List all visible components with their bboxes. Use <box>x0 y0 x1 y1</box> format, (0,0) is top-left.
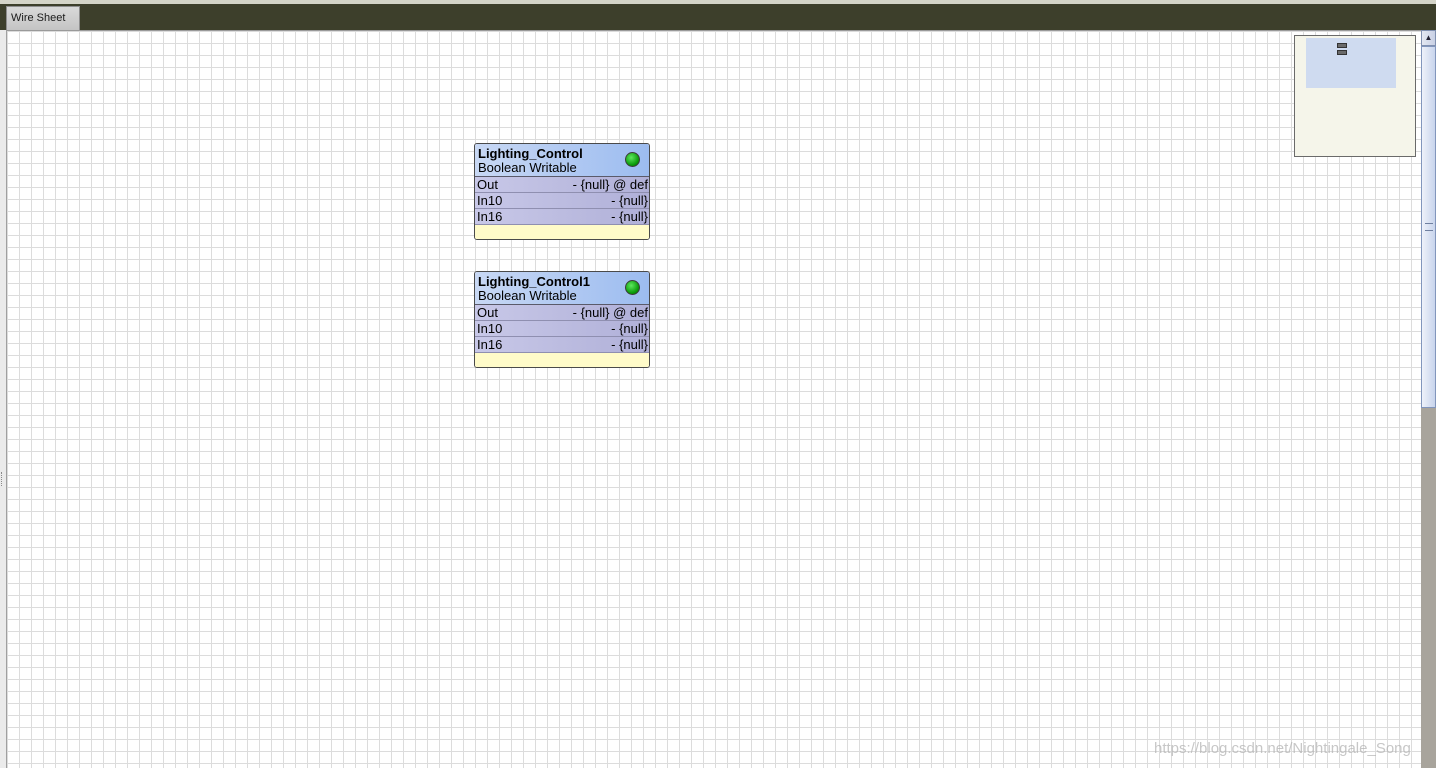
node-type: Boolean Writable <box>478 288 577 303</box>
node-footer <box>475 225 649 239</box>
overview-minimap[interactable] <box>1294 35 1416 157</box>
wire-sheet-canvas[interactable]: Lighting_Control Boolean Writable Out - … <box>7 30 1421 768</box>
scrollbar-thumb[interactable] <box>1421 46 1436 408</box>
left-splitter[interactable] <box>0 30 7 768</box>
up-arrow-icon[interactable]: ▲ <box>1421 30 1436 46</box>
slot-name: In16 <box>477 209 503 224</box>
slot-out[interactable]: Out - {null} @ def <box>475 305 649 321</box>
slot-out[interactable]: Out - {null} @ def <box>475 177 649 193</box>
slot-value: - {null} <box>611 209 648 224</box>
tab-bar: Wire Sheet <box>0 0 1436 30</box>
slot-name: Out <box>477 305 498 320</box>
component-node-lighting-control1[interactable]: Lighting_Control1 Boolean Writable Out -… <box>474 271 650 368</box>
status-ok-icon <box>625 152 640 167</box>
splitter-grip-icon <box>1 472 4 486</box>
slot-value: - {null} <box>611 321 648 336</box>
minimap-node <box>1337 43 1347 48</box>
slot-value: - {null} @ def <box>572 177 648 192</box>
slot-name: In10 <box>477 321 503 336</box>
slot-name: Out <box>477 177 498 192</box>
node-type: Boolean Writable <box>478 160 577 175</box>
watermark: https://blog.csdn.net/Nightingale_Song <box>1154 740 1411 757</box>
vertical-scrollbar[interactable]: ▲ <box>1421 30 1436 768</box>
slot-value: - {null} <box>611 337 648 352</box>
slot-in16[interactable]: In16 - {null} <box>475 209 649 225</box>
slot-value: - {null} <box>611 193 648 208</box>
slot-in10[interactable]: In10 - {null} <box>475 193 649 209</box>
node-title: Lighting_Control <box>478 146 583 161</box>
status-ok-icon <box>625 280 640 295</box>
node-title: Lighting_Control1 <box>478 274 590 289</box>
minimap-viewport[interactable] <box>1306 38 1396 88</box>
tab-wire-sheet[interactable]: Wire Sheet <box>6 6 80 30</box>
node-header[interactable]: Lighting_Control1 Boolean Writable <box>475 272 649 305</box>
slot-name: In16 <box>477 337 503 352</box>
minimap-node <box>1337 50 1347 55</box>
slot-name: In10 <box>477 193 503 208</box>
component-node-lighting-control[interactable]: Lighting_Control Boolean Writable Out - … <box>474 143 650 240</box>
grip-icon <box>1425 223 1433 231</box>
slot-value: - {null} @ def <box>572 305 648 320</box>
node-footer <box>475 353 649 367</box>
node-header[interactable]: Lighting_Control Boolean Writable <box>475 144 649 177</box>
slot-in16[interactable]: In16 - {null} <box>475 337 649 353</box>
slot-in10[interactable]: In10 - {null} <box>475 321 649 337</box>
